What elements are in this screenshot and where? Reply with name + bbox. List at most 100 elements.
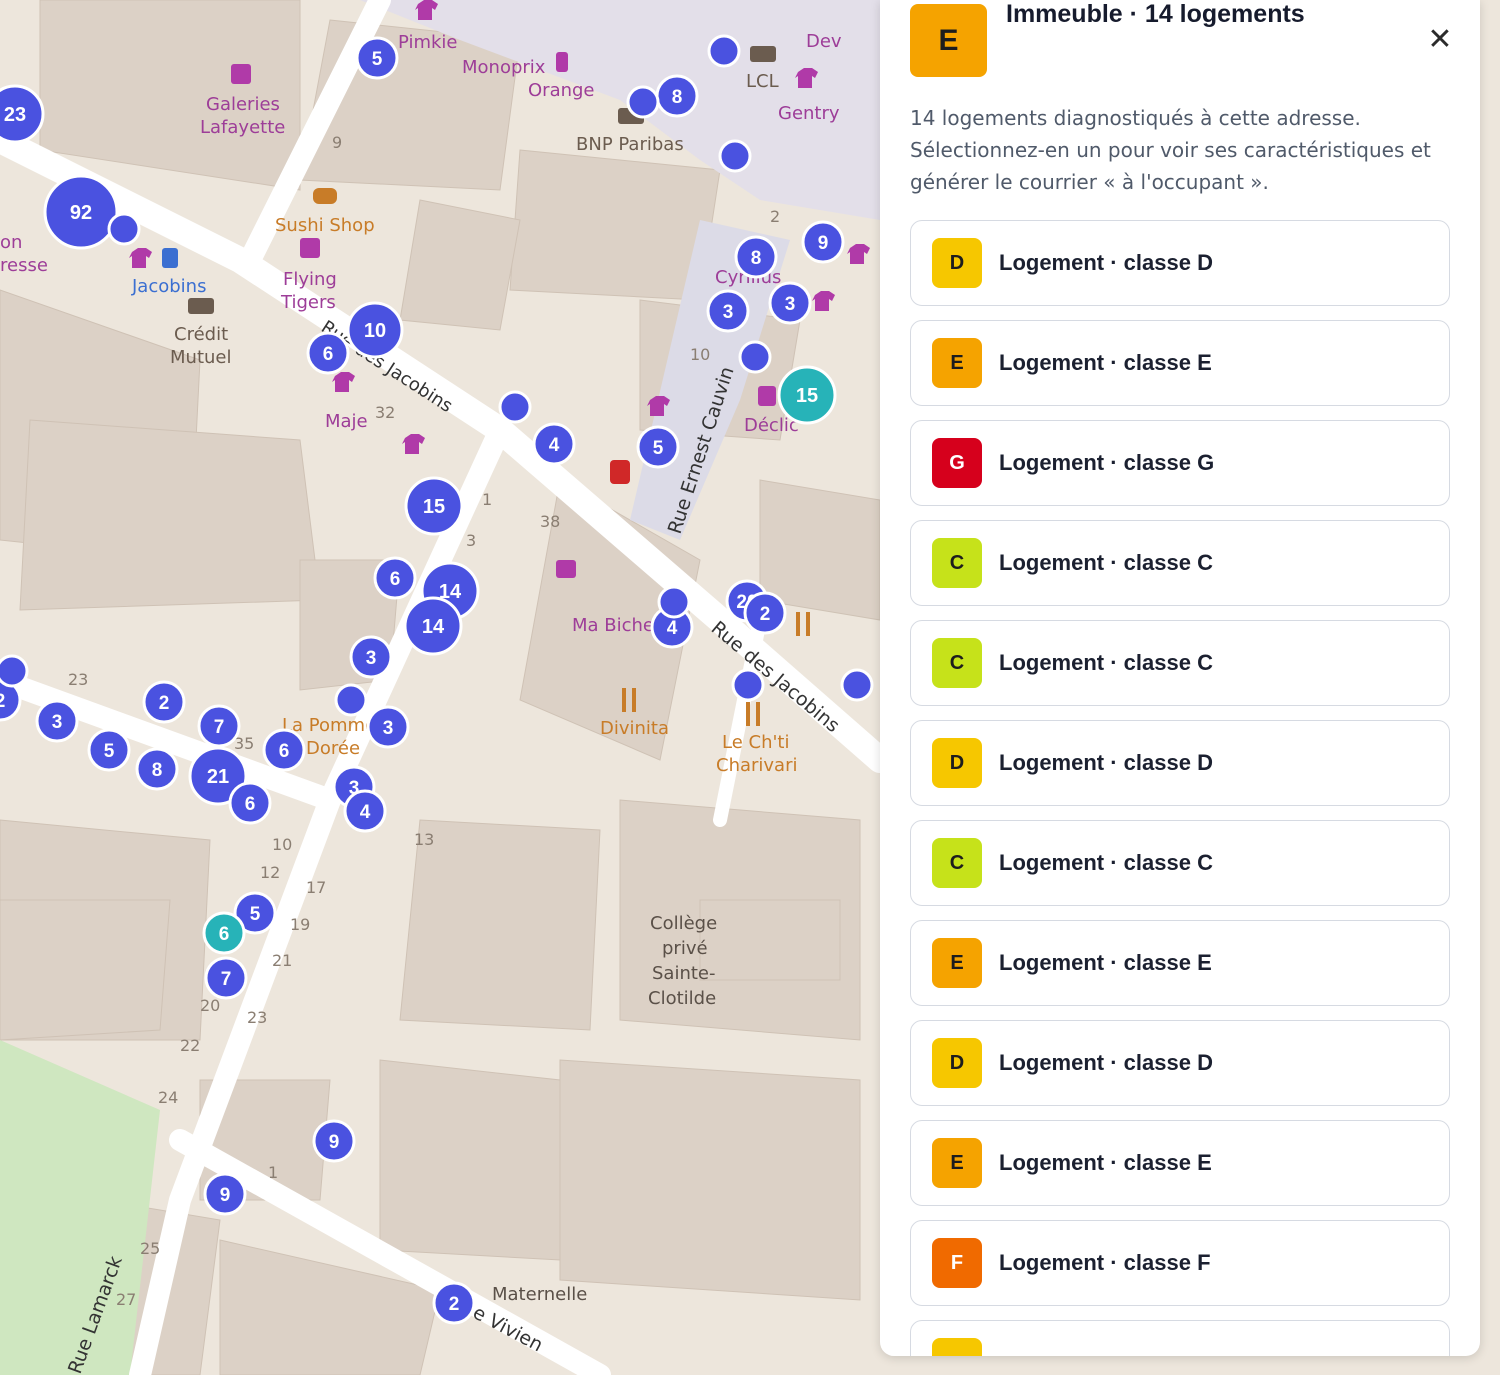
map-cluster[interactable]: 6 <box>228 781 272 825</box>
poi-college-1: Collège <box>650 913 717 934</box>
map-cluster[interactable]: 6 <box>373 556 417 600</box>
map-cluster[interactable]: 9 <box>312 1119 356 1163</box>
list-item[interactable] <box>910 1320 1450 1356</box>
map-cluster[interactable]: 3 <box>768 281 812 325</box>
map-cluster[interactable]: 4 <box>343 789 387 833</box>
house-number: 2 <box>770 207 780 226</box>
shop-icon <box>556 560 576 578</box>
list-item[interactable]: F Logement · classe F <box>910 1220 1450 1306</box>
map-cluster[interactable]: 6 <box>202 911 246 955</box>
map-cluster[interactable]: 3 <box>349 635 393 679</box>
cluster-count: 2 <box>159 693 170 714</box>
class-badge: E <box>932 1138 982 1188</box>
map-cluster[interactable]: 3 <box>35 699 79 743</box>
poi-bnp: BNP Paribas <box>576 134 684 155</box>
shop-icon <box>758 386 776 406</box>
cluster-count: 3 <box>383 718 394 739</box>
map-cluster[interactable]: 7 <box>197 704 241 748</box>
list-item[interactable]: D Logement · classe D <box>910 1020 1450 1106</box>
cluster-count: 9 <box>818 233 829 254</box>
cluster-count: 6 <box>245 794 256 815</box>
header-class-badge: E <box>910 4 987 77</box>
shop-icon <box>231 64 251 84</box>
list-item[interactable]: C Logement · classe C <box>910 820 1450 906</box>
map-marker[interactable] <box>840 668 874 702</box>
map-marker[interactable] <box>657 585 691 619</box>
poi-credit-1: Crédit <box>174 324 228 345</box>
list-item-label: Logement · classe C <box>999 550 1213 575</box>
map-marker[interactable] <box>107 212 141 246</box>
class-badge: G <box>932 438 982 488</box>
cluster-count: 2 <box>0 691 5 712</box>
cluster-count: 3 <box>366 648 377 669</box>
class-badge: D <box>932 1038 982 1088</box>
class-badge: C <box>932 638 982 688</box>
map-cluster[interactable]: 10 <box>346 301 404 359</box>
map-cluster[interactable]: 3 <box>366 705 410 749</box>
list-item[interactable]: D Logement · classe D <box>910 220 1450 306</box>
cluster-count: 6 <box>219 924 230 945</box>
list-item-label: Logement · classe E <box>999 950 1212 975</box>
map-marker[interactable] <box>334 683 368 717</box>
poi-chti-2: Charivari <box>716 755 798 776</box>
map-cluster[interactable]: 15 <box>777 365 837 425</box>
map-cluster[interactable]: 5 <box>636 425 680 469</box>
map-cluster[interactable]: 4 <box>532 422 576 466</box>
class-badge: C <box>932 538 982 588</box>
list-item[interactable]: D Logement · classe D <box>910 720 1450 806</box>
map-cluster[interactable]: 9 <box>801 220 845 264</box>
map-marker[interactable] <box>498 390 532 424</box>
map-marker[interactable] <box>731 668 765 702</box>
poi-dev: Dev <box>806 31 842 52</box>
map-marker[interactable] <box>707 34 741 68</box>
cluster-count: 7 <box>214 717 225 738</box>
map-cluster[interactable]: 8 <box>734 235 778 279</box>
list-item[interactable]: C Logement · classe C <box>910 520 1450 606</box>
close-icon[interactable]: ✕ <box>1423 22 1457 57</box>
map-cluster[interactable]: 14 <box>403 596 463 656</box>
list-item[interactable]: E Logement · classe E <box>910 920 1450 1006</box>
cluster-count: 8 <box>751 248 762 269</box>
map-cluster[interactable]: 6 <box>262 728 306 772</box>
list-item[interactable]: E Logement · classe E <box>910 320 1450 406</box>
cluster-count: 3 <box>785 294 796 315</box>
map-cluster[interactable]: 92 <box>43 174 119 250</box>
map-cluster[interactable]: 5 <box>355 36 399 80</box>
cluster-count: 8 <box>672 87 683 108</box>
map-cluster[interactable]: 8 <box>655 74 699 118</box>
cluster-count: 21 <box>207 766 229 788</box>
building-panel: E Immeuble · 14 logements ✕ 14 logements… <box>880 0 1480 1356</box>
map-cluster[interactable]: 8 <box>135 747 179 791</box>
house-number: 21 <box>272 951 292 970</box>
cluster-count: 23 <box>4 104 26 126</box>
list-item[interactable]: G Logement · classe G <box>910 420 1450 506</box>
map-cluster[interactable]: 2 <box>142 680 186 724</box>
map-marker[interactable] <box>626 85 660 119</box>
map-cluster[interactable]: 9 <box>203 1172 247 1216</box>
map-cluster[interactable]: 2 <box>743 591 787 635</box>
house-number: 10 <box>690 345 710 364</box>
poi-gentry: Gentry <box>778 103 840 124</box>
map-cluster[interactable]: 15 <box>404 476 464 536</box>
poi-credit-2: Mutuel <box>170 347 231 368</box>
map-cluster[interactable]: 5 <box>87 728 131 772</box>
map-cluster[interactable]: 7 <box>204 956 248 1000</box>
bank-icon <box>750 46 776 62</box>
class-badge: C <box>932 838 982 888</box>
map-cluster[interactable]: 3 <box>706 289 750 333</box>
poi-maje: Maje <box>325 411 368 432</box>
list-item[interactable]: C Logement · classe C <box>910 620 1450 706</box>
list-item-label: Logement · classe D <box>999 250 1213 275</box>
list-item[interactable]: E Logement · classe E <box>910 1120 1450 1206</box>
map-cluster[interactable]: 2 <box>432 1281 476 1325</box>
map-marker[interactable] <box>0 654 29 688</box>
panel-description: 14 logements diagnostiqués à cette adres… <box>910 106 1431 194</box>
map-marker[interactable] <box>718 139 752 173</box>
map-cluster[interactable]: 6 <box>306 331 350 375</box>
map-cluster[interactable]: 23 <box>0 84 45 144</box>
shop-icon <box>556 52 568 72</box>
poi-flying-1: Flying <box>283 269 337 290</box>
map-marker[interactable] <box>738 340 772 374</box>
poi-galeries-2: Lafayette <box>200 117 285 138</box>
poi-chti-1: Le Ch'ti <box>722 732 790 753</box>
